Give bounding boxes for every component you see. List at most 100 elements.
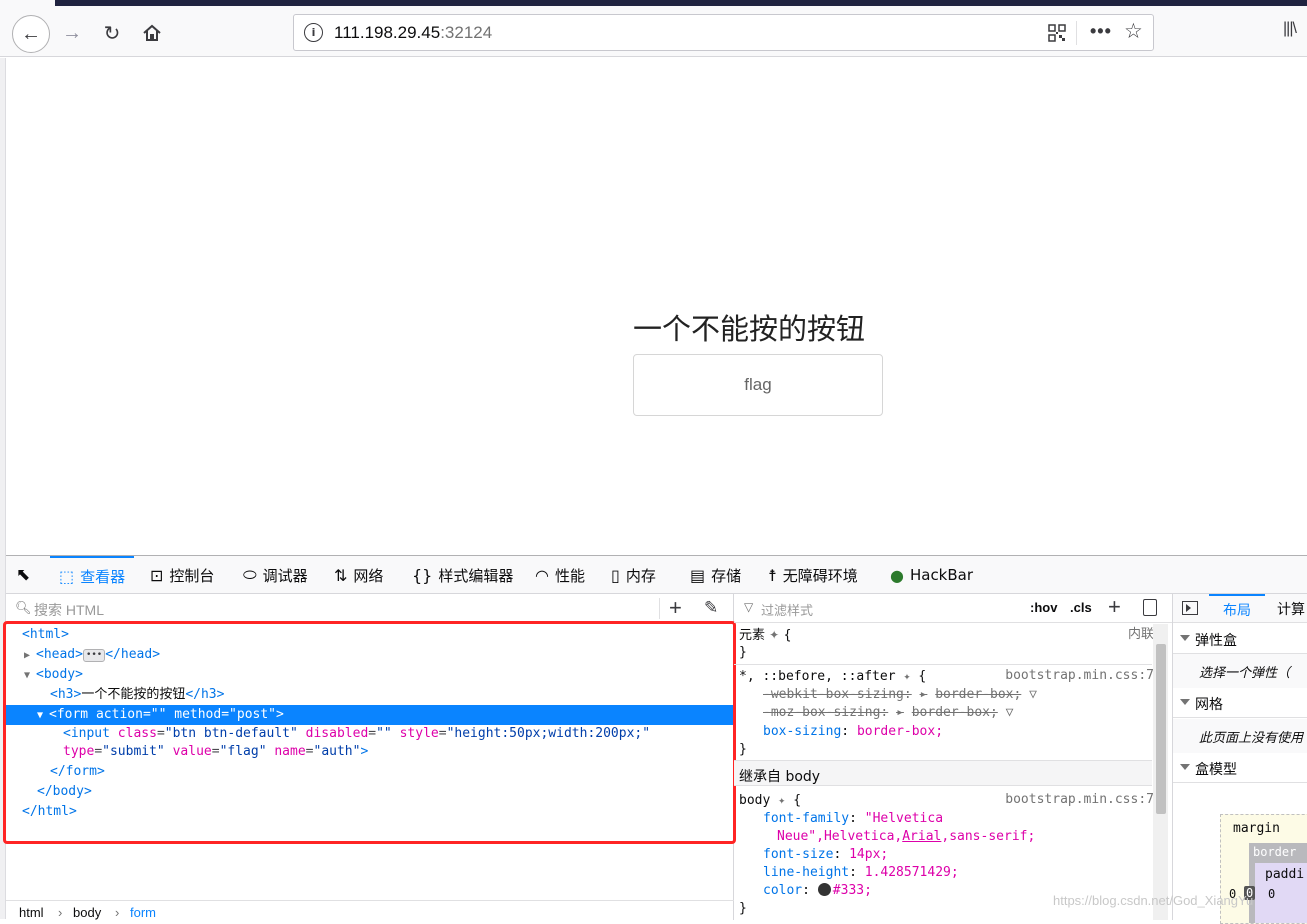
toolbar-separator (659, 598, 660, 619)
box-model-padding: paddi (1255, 863, 1307, 923)
gear-icon[interactable]: ✦ (903, 667, 910, 685)
universal-rule-selector: *, ::before, ::after ✦ { (739, 667, 927, 685)
font-family-decl-cont[interactable]: Neue",Helvetica,Arial,sans-serif; (777, 828, 1035, 846)
inherited-header: 继承自 body (734, 760, 1152, 786)
body-rule-selector: body ✦ { (739, 791, 802, 809)
layout-sidebar: 布局 计算 弹性盒 选择一个弹性（ 网格 此页面上没有使用 盒模型 margin… (1172, 594, 1307, 924)
debugger-icon: ⬭ (243, 565, 257, 584)
tab-style-editor[interactable]: {} 样式编辑器 (412, 556, 513, 594)
collapse-triangle-icon (1180, 764, 1190, 770)
tab-network[interactable]: ⇅ 网络 (334, 556, 383, 594)
add-rule-icon[interactable]: + (1108, 594, 1121, 620)
grid-accordion[interactable]: 网格 (1173, 688, 1307, 718)
moz-box-sizing-decl[interactable]: -moz-box-sizing: ▸ border-box; ▽ (763, 704, 1013, 722)
reload-icon: ↻ (103, 22, 121, 45)
gear-icon[interactable]: ✦ (769, 626, 779, 644)
color-decl[interactable]: color: #333; (763, 882, 872, 900)
breadcrumb-separator: › (58, 905, 63, 920)
tab-console[interactable]: ⊡ 控制台 (150, 556, 214, 594)
storage-icon: ▤ (690, 565, 706, 585)
forward-button[interactable]: → (57, 18, 87, 48)
collapse-triangle-icon (1180, 699, 1190, 705)
back-button[interactable]: ← (12, 15, 50, 53)
color-swatch[interactable] (817, 883, 831, 896)
flexbox-hint: 选择一个弹性（ (1173, 654, 1307, 688)
font-family-decl[interactable]: font-family: "Helvetica (763, 810, 943, 828)
cls-toggle[interactable]: .cls (1070, 600, 1092, 615)
margin-label: margin (1233, 821, 1280, 836)
rule-close-brace: } (739, 742, 747, 757)
url-separator (1076, 21, 1077, 45)
page-actions-icon[interactable]: ••• (1090, 21, 1112, 42)
element-picker-icon[interactable]: ⬉ (16, 565, 30, 585)
hov-toggle[interactable]: :hov (1030, 600, 1057, 615)
scrollbar-thumb[interactable] (1156, 644, 1166, 814)
qr-code-icon[interactable] (1048, 24, 1066, 42)
network-icon: ⇅ (334, 565, 348, 585)
box-sizing-decl[interactable]: box-sizing: border-box; (763, 723, 943, 741)
filter-icon[interactable]: ▽ (1006, 705, 1014, 720)
search-icon: 🔍︎ (15, 600, 32, 615)
font-size-decl[interactable]: font-size: 14px; (763, 846, 888, 864)
memory-icon: ▯ (611, 565, 620, 585)
breadcrumb-body[interactable]: body (73, 905, 101, 920)
line-height-decl[interactable]: line-height: 1.428571429; (763, 864, 959, 882)
breadcrumb-form[interactable]: form (130, 905, 156, 920)
url-bar[interactable]: i 111.198.29.45:32124 ••• ☆ (293, 14, 1154, 51)
print-media-icon[interactable] (1143, 599, 1157, 616)
forward-arrow-icon: → (62, 21, 82, 44)
gear-icon[interactable]: ✦ (778, 791, 785, 809)
grid-hint: 此页面上没有使用 (1173, 719, 1307, 753)
rule-close-brace: } (739, 901, 747, 916)
url-text[interactable]: 111.198.29.45:32124 (334, 23, 492, 43)
watermark: https://blog.csdn.net/God_XiangYu (1053, 893, 1254, 908)
page-heading: 一个不能按的按钮 (633, 312, 866, 346)
box-model-border: border paddi (1249, 843, 1307, 923)
filter-icon: ▽ (744, 600, 754, 614)
element-rule-selector: 元素 ✦ { (739, 626, 792, 644)
tab-computed[interactable]: 计算 (1277, 599, 1305, 619)
rule-source-link[interactable]: bootstrap.min.css:7 (1005, 791, 1154, 809)
inline-source: 内联 (1127, 627, 1154, 642)
webkit-box-sizing-decl[interactable]: -webkit-box-sizing: ▸ border-box; ▽ (763, 686, 1037, 704)
tab-memory[interactable]: ▯ 内存 (611, 556, 656, 594)
flexbox-accordion[interactable]: 弹性盒 (1173, 624, 1307, 654)
tab-hackbar[interactable]: ● HackBar (890, 556, 973, 594)
tab-inspector[interactable]: ⬚ 查看器 (50, 556, 135, 594)
padding-label: paddi (1265, 867, 1305, 882)
flag-button[interactable]: flag (633, 354, 883, 416)
home-button[interactable] (137, 18, 167, 48)
rules-view: ▽ 过滤样式 :hov .cls + 元素 ✦ { 内联 } *, ::befo… (734, 594, 1172, 920)
border-label: border (1253, 845, 1297, 859)
devtools-panel: ⬉ ⬚ 查看器 ⊡ 控制台 ⬭ 调试器 ⇅ 网络 {} 样式编辑器 ◠ 性能 ▯ 内存 ▤ 存储… (3, 555, 1307, 924)
tab-performance[interactable]: ◠ 性能 (535, 556, 585, 594)
tab-accessibility[interactable]: ☨ 无障碍环境 (768, 556, 858, 594)
reload-button[interactable]: ↻ (97, 18, 127, 48)
style-editor-icon: {} (412, 565, 433, 585)
filter-icon[interactable]: ▽ (1029, 687, 1037, 702)
boxmodel-accordion[interactable]: 盒模型 (1173, 753, 1307, 783)
padding-left-value[interactable]: 0 (1268, 887, 1275, 901)
rule-source-link[interactable]: bootstrap.min.css:7 (1005, 667, 1154, 685)
eyedropper-icon[interactable]: ✎ (704, 598, 718, 618)
tab-storage[interactable]: ▤ 存储 (690, 556, 741, 594)
breadcrumb-separator: › (115, 905, 120, 920)
add-node-icon[interactable]: + (669, 595, 682, 621)
filter-styles-input[interactable]: 过滤样式 (761, 600, 813, 619)
library-icon[interactable]: |||\ (1283, 20, 1297, 38)
toggle-sidebar-icon[interactable] (1182, 601, 1198, 615)
tab-layout[interactable]: 布局 (1209, 594, 1265, 623)
search-html-input[interactable]: 搜索 HTML (34, 600, 104, 620)
site-info-icon[interactable]: i (304, 23, 323, 42)
rules-scrollbar[interactable] (1153, 624, 1168, 920)
rules-filter-bar: ▽ 过滤样式 :hov .cls + (734, 594, 1172, 623)
rule-close-brace: } (739, 645, 747, 660)
devtools-toolbar: ⬉ ⬚ 查看器 ⊡ 控制台 ⬭ 调试器 ⇅ 网络 {} 样式编辑器 ◠ 性能 ▯ 内存 ▤ 存储… (6, 556, 1307, 594)
breadcrumb-html[interactable]: html (19, 905, 44, 920)
sidebar-tabs: 布局 计算 (1173, 594, 1307, 623)
back-arrow-icon: ← (21, 22, 41, 45)
bookmark-star-icon[interactable]: ☆ (1124, 19, 1143, 44)
tab-debugger[interactable]: ⬭ 调试器 (243, 556, 308, 594)
markup-search-bar: 🔍︎ 搜索 HTML + ✎ (6, 594, 734, 623)
console-icon: ⊡ (150, 565, 164, 585)
